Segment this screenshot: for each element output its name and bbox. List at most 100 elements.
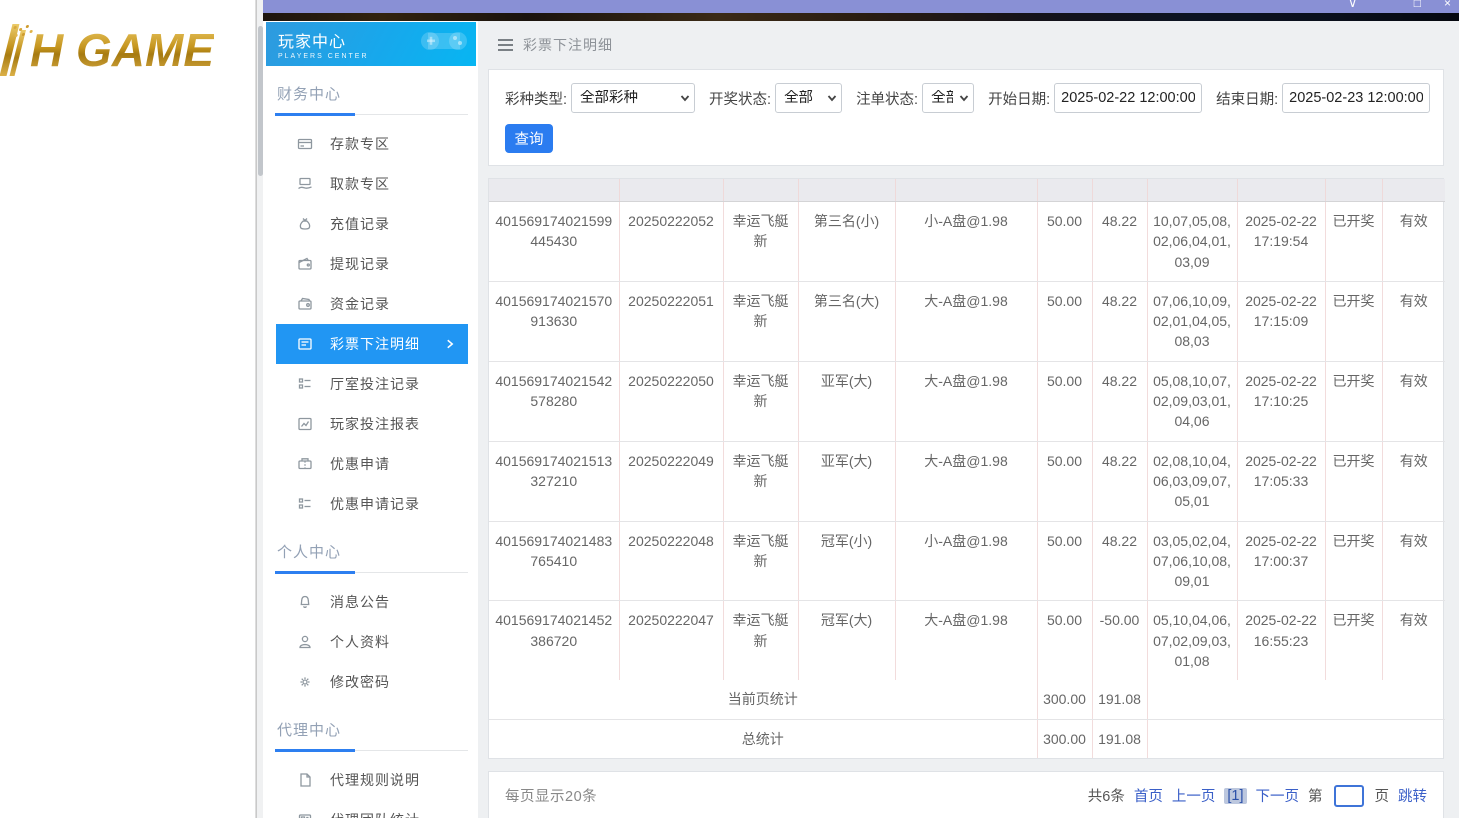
page-total-empty bbox=[1147, 680, 1445, 720]
table-cell: 幸运飞艇新 bbox=[723, 201, 799, 282]
table-header-cell bbox=[798, 179, 896, 202]
table-header-cell bbox=[1092, 179, 1148, 202]
sidebar-item[interactable]: 厅室投注记录 bbox=[276, 364, 468, 404]
draw-status-select[interactable]: 全部 bbox=[775, 83, 843, 113]
menu-icon bbox=[297, 376, 313, 392]
sidebar-item[interactable]: 代理规则说明 bbox=[276, 760, 468, 800]
table-row: 401569174021513327210 20250222049 幸运飞艇新 … bbox=[489, 441, 1445, 522]
start-date-input[interactable] bbox=[1054, 83, 1203, 113]
sidebar-item-label: 修改密码 bbox=[330, 674, 390, 690]
table-cell: 401569174021452386720 bbox=[489, 600, 620, 681]
table-cell: 401569174021542578280 bbox=[489, 361, 620, 442]
table-cell: 小-A盘@1.98 bbox=[895, 201, 1038, 282]
menu-icon bbox=[297, 812, 313, 818]
table-cell: 02,08,10,04,06,03,09,07,05,01 bbox=[1147, 441, 1238, 522]
sidebar-item[interactable]: 资金记录 bbox=[276, 284, 468, 324]
order-status-label: 注单状态: bbox=[856, 91, 919, 108]
page-total-bet: 300.00 bbox=[1037, 680, 1093, 720]
menu-icon bbox=[297, 634, 313, 650]
draw-status-label: 开奖状态: bbox=[709, 91, 772, 108]
table-totals: 当前页统计 300.00 191.08 总统计 300.00 191.08 bbox=[489, 680, 1445, 758]
table-cell: 48.22 bbox=[1092, 521, 1148, 602]
jump-button[interactable]: 跳转 bbox=[1398, 785, 1427, 806]
query-button[interactable]: 查询 bbox=[505, 124, 553, 153]
sidebar-item-label: 存款专区 bbox=[330, 136, 390, 152]
window-maximize-icon[interactable]: □ bbox=[1414, 0, 1421, 10]
jump-suffix-label: 页 bbox=[1374, 789, 1390, 806]
sidebar-item[interactable]: 充值记录 bbox=[276, 204, 468, 244]
sidebar-item[interactable]: 修改密码 bbox=[276, 662, 468, 702]
table-cell: 第三名(小) bbox=[798, 201, 896, 282]
table-cell: 2025-02-22 16:55:23 bbox=[1237, 600, 1326, 681]
table-cell: 有效 bbox=[1399, 612, 1428, 629]
end-date-input[interactable] bbox=[1282, 83, 1431, 113]
menu-group-agent: 代理规则说明 代理团队统计 bbox=[263, 760, 478, 818]
section-divider bbox=[275, 113, 468, 116]
table-row: 401569174021542578280 20250222050 幸运飞艇新 … bbox=[489, 361, 1445, 442]
table-cell: 2025-02-22 17:10:25 bbox=[1237, 361, 1326, 442]
table-header-cell bbox=[1147, 179, 1238, 202]
menu-icon bbox=[297, 336, 313, 352]
next-page-link[interactable]: 下一页 bbox=[1256, 785, 1300, 806]
table-cell: 幸运飞艇新 bbox=[723, 361, 799, 442]
window-chevron-down-icon[interactable]: ∨ bbox=[1348, 0, 1357, 10]
menu-icon bbox=[297, 594, 313, 610]
section-divider bbox=[275, 571, 468, 574]
grand-total-bet: 300.00 bbox=[1037, 719, 1093, 758]
menu-icon bbox=[297, 216, 313, 232]
sidebar-item[interactable]: 优惠申请记录 bbox=[276, 484, 468, 524]
page-title: 彩票下注明细 bbox=[523, 37, 613, 53]
window-close-icon[interactable]: × bbox=[1444, 0, 1451, 10]
menu-icon bbox=[297, 496, 313, 512]
sidebar-item[interactable]: 存款专区 bbox=[276, 124, 468, 164]
sidebar-item-label: 提现记录 bbox=[330, 256, 390, 272]
sidebar-item-label: 优惠申请 bbox=[330, 456, 390, 472]
menu-icon bbox=[297, 176, 313, 192]
table-cell: 第三名(大) bbox=[798, 281, 896, 362]
table-cell: 大-A盘@1.98 bbox=[895, 600, 1038, 681]
logo-text: H GAME bbox=[30, 24, 214, 76]
table-row: 401569174021483765410 20250222048 幸运飞艇新 … bbox=[489, 521, 1445, 602]
table-cell: 2025-02-22 17:19:54 bbox=[1237, 201, 1326, 282]
table-cell: 401569174021570913630 bbox=[489, 281, 620, 362]
menu-icon bbox=[297, 296, 313, 312]
first-page-link[interactable]: 首页 bbox=[1134, 785, 1163, 806]
sidebar-item[interactable]: 消息公告 bbox=[276, 582, 468, 622]
sidebar-item[interactable]: 个人资料 bbox=[276, 622, 468, 662]
table-cell: 20250222051 bbox=[619, 281, 724, 362]
scrollbar[interactable] bbox=[256, 0, 263, 818]
table-cell: 有效 bbox=[1382, 361, 1445, 442]
logo: H GAME bbox=[0, 14, 214, 86]
table-cell: 48.22 bbox=[1092, 361, 1148, 442]
order-status-select[interactable]: 全部 bbox=[922, 83, 975, 113]
table-cell: 03,05,02,04,07,06,10,08,09,01 bbox=[1147, 521, 1238, 602]
table-cell: 已开奖 bbox=[1325, 281, 1383, 362]
sidebar-item[interactable]: 彩票下注明细 bbox=[276, 324, 468, 364]
page-jump-input[interactable] bbox=[1333, 784, 1364, 807]
sidebar-item[interactable]: 取款专区 bbox=[276, 164, 468, 204]
sidebar-item[interactable]: 代理团队统计 bbox=[276, 800, 468, 818]
menu-icon bbox=[297, 256, 313, 272]
sidebar-item[interactable]: 优惠申请 bbox=[276, 444, 468, 484]
hamburger-menu-icon[interactable] bbox=[498, 39, 513, 51]
sidebar: 玩家中心 PLAYERS CENTER 财务中心 存款专区 取款专区 充值记录 … bbox=[263, 21, 478, 818]
sidebar-item-label: 优惠申请记录 bbox=[330, 496, 420, 512]
menu-group-finance: 存款专区 取款专区 充值记录 提现记录 资金记录 彩票下注明细 厅室投注记录 玩… bbox=[263, 124, 478, 524]
top-banner-strip bbox=[263, 13, 1459, 21]
prev-page-link[interactable]: 上一页 bbox=[1172, 785, 1216, 806]
sidebar-item-label: 代理团队统计 bbox=[330, 810, 420, 818]
sidebar-item-label: 厅室投注记录 bbox=[330, 376, 420, 392]
table-cell: 大-A盘@1.98 bbox=[895, 441, 1038, 522]
table-cell: 50.00 bbox=[1037, 600, 1093, 681]
table-cell: 07,06,10,09,02,01,04,05,08,03 bbox=[1147, 281, 1238, 362]
sidebar-item[interactable]: 玩家投注报表 bbox=[276, 404, 468, 444]
table-body: 401569174021599445430 20250222052 幸运飞艇新 … bbox=[489, 201, 1445, 681]
table-cell: 有效 bbox=[1382, 281, 1445, 362]
table-cell: 50.00 bbox=[1037, 441, 1093, 522]
table-cell: 10,07,05,08,02,06,04,01,03,09 bbox=[1147, 201, 1238, 282]
lottery-type-select[interactable]: 全部彩种 bbox=[571, 83, 696, 113]
app-window: ∨ □ × 玩家中心 PLAYERS CENTER 财务中心 存款专区 取款专区… bbox=[263, 0, 1459, 818]
sidebar-item[interactable]: 提现记录 bbox=[276, 244, 468, 284]
filter-panel: 彩种类型: 全部彩种 开奖状态: 全部 注单状态: 全部 开始日期: 2025-… bbox=[488, 69, 1444, 166]
table-cell: 冠军(大) bbox=[798, 600, 896, 681]
